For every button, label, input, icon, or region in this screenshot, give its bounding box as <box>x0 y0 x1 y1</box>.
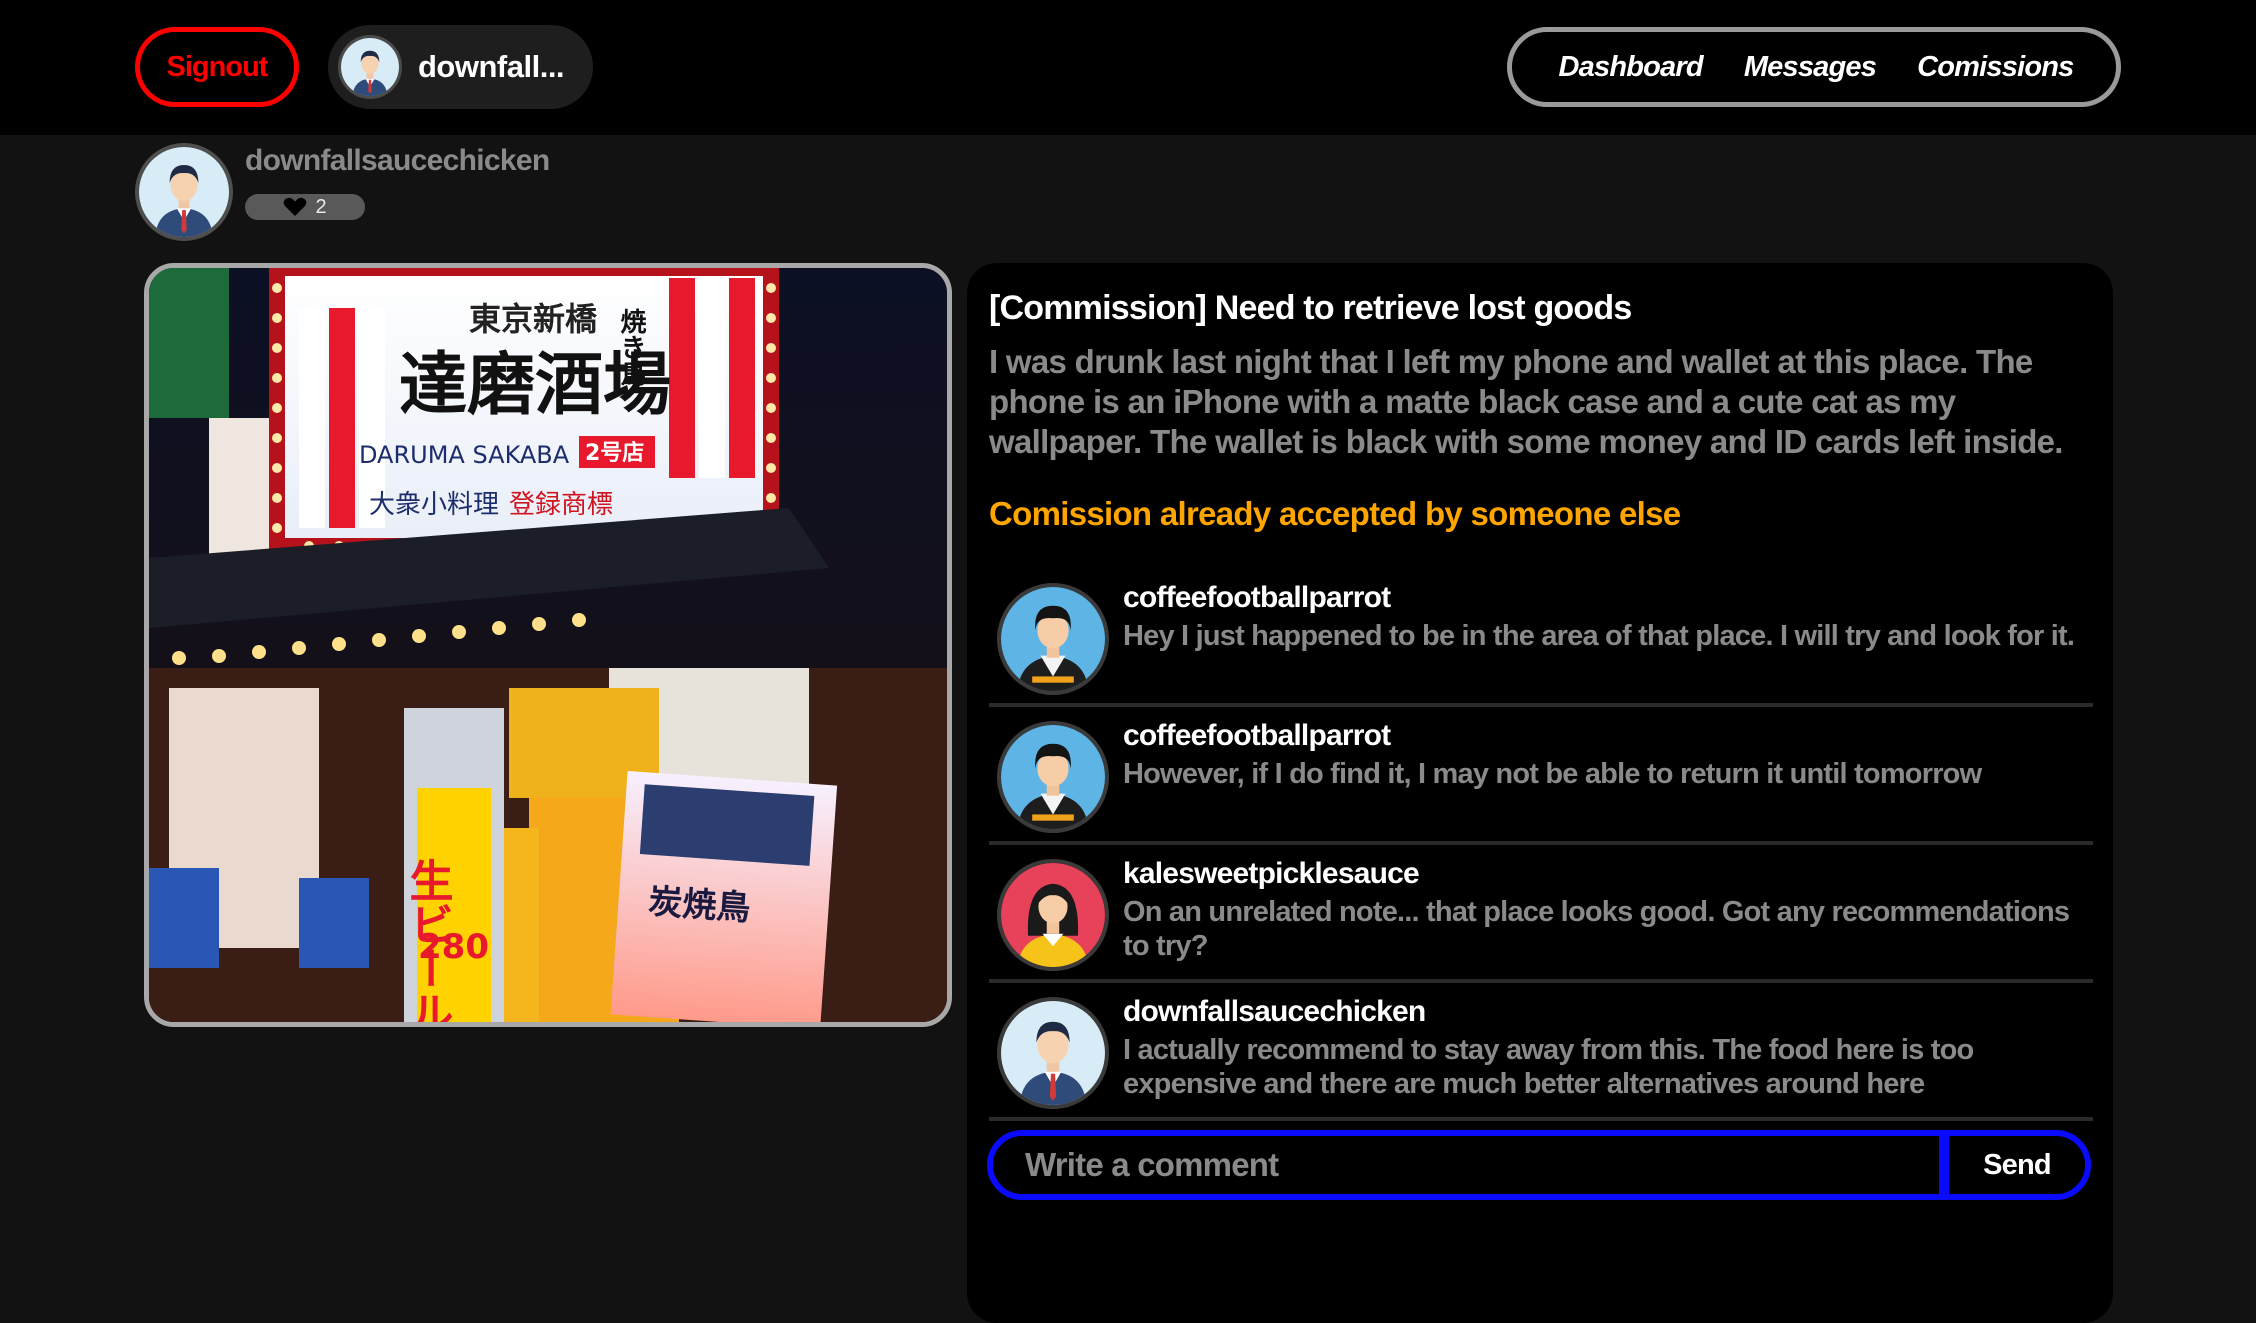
beer-price-text: 280 <box>418 927 489 967</box>
like-count: 2 <box>315 195 327 218</box>
current-user-name: downfall... <box>418 49 565 84</box>
poster-avatar-businessman-icon[interactable] <box>135 143 233 241</box>
comment-form: Send <box>987 1130 2091 1200</box>
commission-description: I was drunk last night that I left my ph… <box>989 343 2063 460</box>
heart-icon <box>284 197 307 216</box>
male-avatar-blue-icon[interactable] <box>997 721 1109 833</box>
comment-item: coffeefootballparrot However, if I do fi… <box>989 707 2093 845</box>
commission-photo: 東京新橋 達磨酒場 DARUMA SAKABA 2号店 大衆小料理 登録商標 焼… <box>144 263 952 1027</box>
sign-romaji-text: DARUMA SAKABA <box>359 441 570 469</box>
like-badge[interactable]: 2 <box>245 194 365 220</box>
male-avatar-blue-icon[interactable] <box>997 583 1109 695</box>
main-nav: Dashboard Messages Comissions <box>1507 27 2121 107</box>
sign-side-text: 焼き鳥 <box>616 308 646 387</box>
top-navbar: Signout downfall... Dashboard Messages C… <box>0 0 2256 135</box>
send-button[interactable]: Send <box>1949 1136 2085 1194</box>
commission-status: Comission already accepted by someone el… <box>989 495 1681 532</box>
comment-item: kalesweetpicklesauce On an unrelated not… <box>989 845 2093 983</box>
input-divider <box>1939 1136 1949 1194</box>
comment-input[interactable] <box>993 1136 1939 1194</box>
comment-username[interactable]: coffeefootballparrot <box>1123 581 1391 615</box>
comment-text: I actually recommend to stay away from t… <box>1123 1034 1974 1100</box>
comment-username[interactable]: kalesweetpicklesauce <box>1123 857 1420 891</box>
nav-commissions-link[interactable]: Comissions <box>1917 51 2074 84</box>
sign-branch-text: 2号店 <box>585 441 644 466</box>
sign-sub2-text: 登録商標 <box>509 490 613 520</box>
comment-username[interactable]: coffeefootballparrot <box>1123 719 1391 753</box>
poster-username[interactable]: downfallsaucechicken <box>245 144 550 178</box>
nav-dashboard-link[interactable]: Dashboard <box>1559 51 1704 84</box>
sign-sub1-text: 大衆小料理 <box>369 490 499 520</box>
comment-list: coffeefootballparrot Hey I just happened… <box>989 569 2093 1121</box>
stand-sign-text: 炭焼鳥 <box>647 882 752 929</box>
comment-item: downfallsaucechicken I actually recommen… <box>989 983 2093 1121</box>
female-avatar-red-icon[interactable] <box>997 859 1109 971</box>
comment-text: On an unrelated note... that place looks… <box>1123 896 2070 962</box>
signout-button[interactable]: Signout <box>135 27 299 107</box>
nav-messages-link[interactable]: Messages <box>1744 51 1877 84</box>
businessman-avatar-icon[interactable] <box>997 997 1109 1109</box>
commission-title: [Commission] Need to retrieve lost goods <box>989 289 1632 327</box>
commission-panel: [Commission] Need to retrieve lost goods… <box>967 263 2113 1323</box>
comment-text: However, if I do find it, I may not be a… <box>1123 758 1982 790</box>
businessman-avatar-icon <box>338 35 402 99</box>
comment-username[interactable]: downfallsaucechicken <box>1123 995 1426 1029</box>
current-user-chip[interactable]: downfall... <box>328 25 593 109</box>
comment-item: coffeefootballparrot Hey I just happened… <box>989 569 2093 707</box>
sign-city-text: 東京新橋 <box>469 300 598 338</box>
comment-text: Hey I just happened to be in the area of… <box>1123 620 2075 652</box>
